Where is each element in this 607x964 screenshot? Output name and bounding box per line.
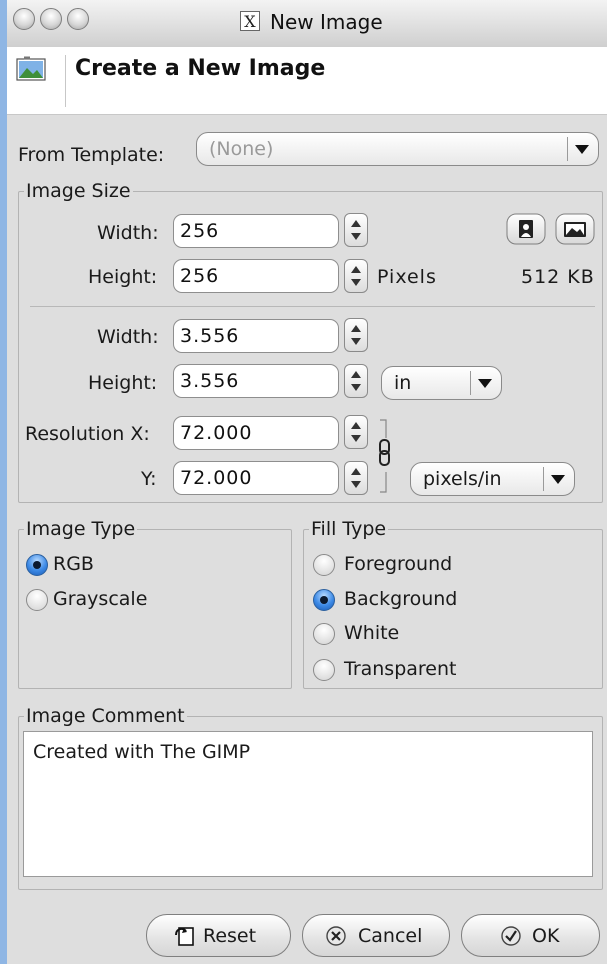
size-divider [30,306,595,307]
fill-type-legend: Fill Type [309,518,389,540]
width-px-stepper[interactable] [344,213,368,247]
select-divider [567,137,568,161]
zoom-window-button[interactable] [67,8,89,30]
dialog-title: Create a New Image [75,56,326,81]
chain-link-icon[interactable] [374,414,396,496]
grayscale-label: Grayscale [53,588,148,610]
rgb-label: RGB [53,553,94,575]
transparent-label: Transparent [344,658,457,680]
chevron-down-icon [478,379,492,388]
checkmark-icon [501,926,521,946]
select-divider [543,467,544,491]
res-x-label: Resolution X: [25,423,150,445]
pixels-unit-label: Pixels [377,266,437,288]
white-label: White [344,622,400,644]
template-select[interactable]: (None) [196,132,599,166]
width-in-label: Width: [97,326,159,348]
template-select-value: (None) [209,138,274,160]
dialog-header: Create a New Image [7,47,607,115]
width-px-input[interactable]: 256 [173,214,339,248]
res-y-input[interactable]: 72.000 [173,461,339,495]
height-in-stepper[interactable] [344,364,368,398]
res-y-stepper[interactable] [344,461,368,495]
height-px-stepper[interactable] [344,259,368,293]
ok-label: OK [532,925,560,947]
height-px-input[interactable]: 256 [173,259,339,293]
res-x-stepper[interactable] [344,415,368,449]
image-comment-legend: Image Comment [24,705,187,727]
image-icon [16,56,46,81]
width-px-label: Width: [97,222,159,244]
cancel-label: Cancel [358,925,423,947]
ok-button[interactable]: OK [461,914,600,957]
foreground-radio[interactable] [313,554,335,576]
close-window-button[interactable] [13,8,35,30]
landscape-icon[interactable] [555,213,595,245]
window-title: New Image [270,10,383,34]
minimize-window-button[interactable] [40,8,62,30]
res-x-input[interactable]: 72.000 [173,416,339,450]
unit-select[interactable]: in [381,366,502,400]
image-type-legend: Image Type [24,518,138,540]
reset-button[interactable]: Reset [146,914,291,957]
white-radio[interactable] [313,623,335,645]
height-in-label: Height: [88,372,158,394]
width-in-stepper[interactable] [344,318,368,352]
comment-textarea[interactable]: Created with The GIMP [23,731,593,877]
res-unit-select[interactable]: pixels/in [410,462,575,496]
background-label: Background [344,588,458,610]
height-px-label: Height: [88,266,158,288]
cancel-icon [326,926,346,946]
res-unit-select-value: pixels/in [423,468,502,490]
title-bar[interactable]: X New Image [7,0,607,48]
file-size-label: 512 KB [521,266,595,288]
reset-icon [175,927,194,946]
chevron-down-icon [551,475,565,484]
background-radio[interactable] [313,589,335,611]
width-in-input[interactable]: 3.556 [173,319,339,353]
unit-select-value: in [394,372,412,394]
window-frame [0,0,7,964]
template-label: From Template: [18,144,165,166]
rgb-radio[interactable] [26,554,48,576]
header-separator [65,55,66,107]
portrait-icon[interactable] [506,213,546,245]
transparent-radio[interactable] [313,659,335,681]
foreground-label: Foreground [344,553,453,575]
select-divider [470,371,471,395]
grayscale-radio[interactable] [26,589,48,611]
image-size-legend: Image Size [24,180,133,202]
chevron-down-icon [575,145,589,154]
height-in-input[interactable]: 3.556 [173,364,339,398]
comment-text: Created with The GIMP [33,741,251,763]
x11-icon: X [240,11,260,31]
reset-label: Reset [203,925,257,947]
cancel-button[interactable]: Cancel [302,914,450,957]
res-y-label: Y: [141,468,157,490]
